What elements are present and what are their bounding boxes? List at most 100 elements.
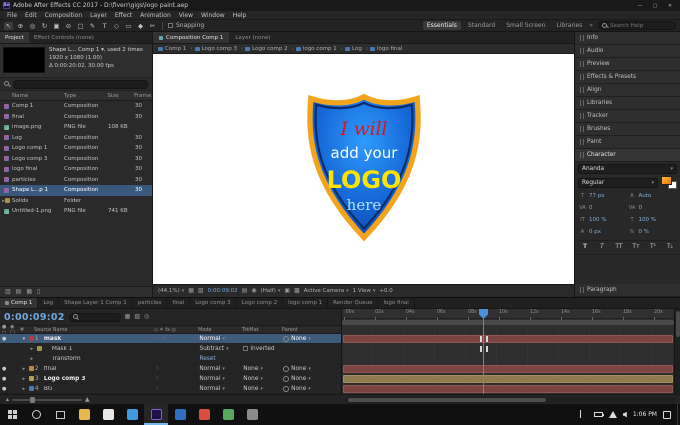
zoom-slider-thumb[interactable] [30, 396, 36, 403]
expand-layer-icon[interactable] [20, 376, 28, 382]
transform-property-row[interactable]: Transform Reset [0, 354, 341, 364]
timeline-tab-comp1[interactable]: Comp 1 [0, 298, 39, 308]
inverted-checkbox[interactable] [243, 345, 249, 351]
taskbar-app-button[interactable] [192, 404, 216, 425]
collapse-layer-icon[interactable] [20, 336, 28, 342]
search-help-box[interactable] [598, 21, 676, 30]
menu-help[interactable]: Help [229, 12, 251, 19]
tab-layer[interactable]: Layer (none) [229, 32, 276, 43]
all-caps-button[interactable]: TT [614, 242, 624, 251]
snapshot-icon[interactable] [242, 288, 248, 294]
panel-effects-presets[interactable]: Effects & Presets [575, 71, 680, 84]
work-area-bar[interactable] [342, 320, 674, 325]
tray-overflow-chevron-icon[interactable] [579, 409, 588, 419]
timeline-horizontal-scrollbar[interactable] [346, 396, 676, 403]
timeline-vertical-scrollbar[interactable] [674, 309, 680, 394]
minimize-button[interactable]: — [633, 1, 647, 10]
transform-reset-button[interactable]: Reset [199, 356, 215, 362]
timeline-tab[interactable]: logo final [378, 298, 415, 308]
track-matte-select[interactable]: None [243, 376, 263, 382]
layer-row-bg[interactable]: ● 4 BG ◇ Normal None None [0, 384, 341, 394]
timeline-zoom-control[interactable] [0, 396, 342, 403]
view-layout-menu[interactable]: 1 View [353, 288, 376, 294]
menu-edit[interactable]: Edit [21, 12, 41, 19]
project-row[interactable]: Logo comp 1 Composition 30 [0, 143, 152, 154]
font-size-value[interactable]: 77 px [589, 193, 605, 199]
menu-composition[interactable]: Composition [41, 12, 86, 19]
blend-mode-select[interactable]: Normal [199, 386, 225, 392]
visibility-toggle[interactable]: ● [2, 366, 6, 372]
timeline-tab[interactable]: logo comp 1 [283, 298, 329, 308]
label-color-chip[interactable] [28, 336, 34, 341]
workspace-libraries[interactable]: Libraries [552, 22, 586, 29]
battery-icon[interactable] [593, 412, 604, 417]
small-caps-button[interactable]: Tᴛ [631, 242, 641, 251]
breadcrumb-item[interactable]: Logo comp 2 [245, 46, 294, 52]
project-row[interactable]: Comp 1 Composition 30 [0, 101, 152, 112]
current-time-display[interactable]: 0:00:09:02 [4, 312, 65, 323]
timeline-search-box[interactable] [68, 312, 121, 322]
scrollbar-thumb[interactable] [348, 397, 546, 402]
rotate-tool[interactable]: ↻ [40, 22, 49, 30]
grid-guides-icon[interactable] [188, 288, 194, 294]
parent-pickwhip-icon[interactable] [283, 335, 290, 342]
layer-duration-bar[interactable] [343, 365, 673, 373]
project-search-input[interactable] [13, 79, 148, 89]
clone-stamp-tool[interactable]: ▭ [124, 22, 133, 30]
track-matte-select[interactable]: None [243, 386, 263, 392]
camera-tool[interactable]: ▣ [52, 22, 61, 30]
superscript-button[interactable]: T¹ [648, 242, 658, 251]
project-row-selected[interactable]: Shape L...p 1 Composition 30 [0, 185, 152, 196]
project-row[interactable]: Log Composition 30 [0, 133, 152, 144]
layer-row-mask[interactable]: ● 1 mask ◇ ◎ Normal None [0, 334, 341, 344]
new-composition-button[interactable] [26, 289, 32, 295]
blend-mode-select[interactable]: Normal [199, 336, 225, 342]
time-ruler[interactable]: :00s 02s 04s 06s 08s 10s 12s 14s 16s 18s… [342, 309, 674, 320]
track-transform[interactable] [342, 354, 674, 364]
workspace-overflow-icon[interactable]: » [589, 22, 593, 29]
active-camera-menu[interactable]: Active Camera [304, 288, 349, 294]
timeline-tab[interactable]: Logo comp 3 [190, 298, 237, 308]
zoom-in-mountain-icon[interactable] [85, 397, 90, 403]
menu-effect[interactable]: Effect [111, 12, 136, 19]
project-row[interactable]: Logo comp 3 Composition 30 [0, 154, 152, 165]
taskbar-app-button[interactable] [216, 404, 240, 425]
panel-character-header[interactable]: Character [575, 149, 680, 162]
mode-header[interactable]: Mode [198, 327, 242, 333]
layer-row-final[interactable]: ● 2 final ◇ Normal None None [0, 364, 341, 374]
taskbar-app-button[interactable] [240, 404, 264, 425]
viewer-current-time[interactable]: 0:00:09:02 [208, 288, 238, 294]
start-button[interactable] [0, 404, 24, 425]
type-tool[interactable]: T [100, 22, 109, 30]
new-folder-button[interactable] [16, 289, 22, 295]
label-color-chip[interactable] [28, 366, 34, 371]
magnification-menu[interactable]: (44.1%) [158, 288, 184, 294]
volume-icon[interactable] [622, 411, 627, 418]
timeline-tab[interactable]: final [167, 298, 191, 308]
visibility-toggle[interactable]: ● [2, 386, 6, 392]
keyframe-marker[interactable] [480, 346, 482, 352]
mask-property-row[interactable]: Mask 1 Subtract Inverted [0, 344, 341, 354]
breadcrumb-item[interactable]: Logo comp 3 [195, 46, 244, 52]
tsume-value[interactable]: 0 % [639, 229, 649, 235]
workspace-small-screen[interactable]: Small Screen [502, 22, 549, 29]
visibility-toggle[interactable]: ● [2, 376, 6, 382]
show-channel-icon[interactable] [251, 288, 256, 294]
keyframe-marker[interactable] [480, 336, 482, 342]
panel-brushes[interactable]: Brushes [575, 123, 680, 136]
network-icon[interactable] [608, 411, 617, 418]
tab-project[interactable]: Project [0, 32, 29, 43]
project-row[interactable]: logo final Composition 30 [0, 164, 152, 175]
track-mask[interactable] [342, 334, 674, 344]
layer-duration-bar[interactable] [343, 375, 673, 383]
resolution-menu[interactable]: (Half) [261, 288, 281, 294]
hand-tool[interactable]: ⊕ [16, 22, 25, 30]
motion-blur-icon[interactable] [144, 314, 149, 320]
track-mask-1[interactable] [342, 344, 674, 354]
breadcrumb-item[interactable]: Comp 1 [158, 46, 193, 52]
parent-select[interactable]: None [291, 376, 311, 382]
zoom-out-mountain-icon[interactable] [6, 397, 9, 403]
parent-header[interactable]: Parent [282, 327, 340, 333]
snapping-checkbox[interactable] [168, 23, 173, 28]
project-row[interactable]: Untitled-1.png PNG file 741 KB [0, 206, 152, 217]
